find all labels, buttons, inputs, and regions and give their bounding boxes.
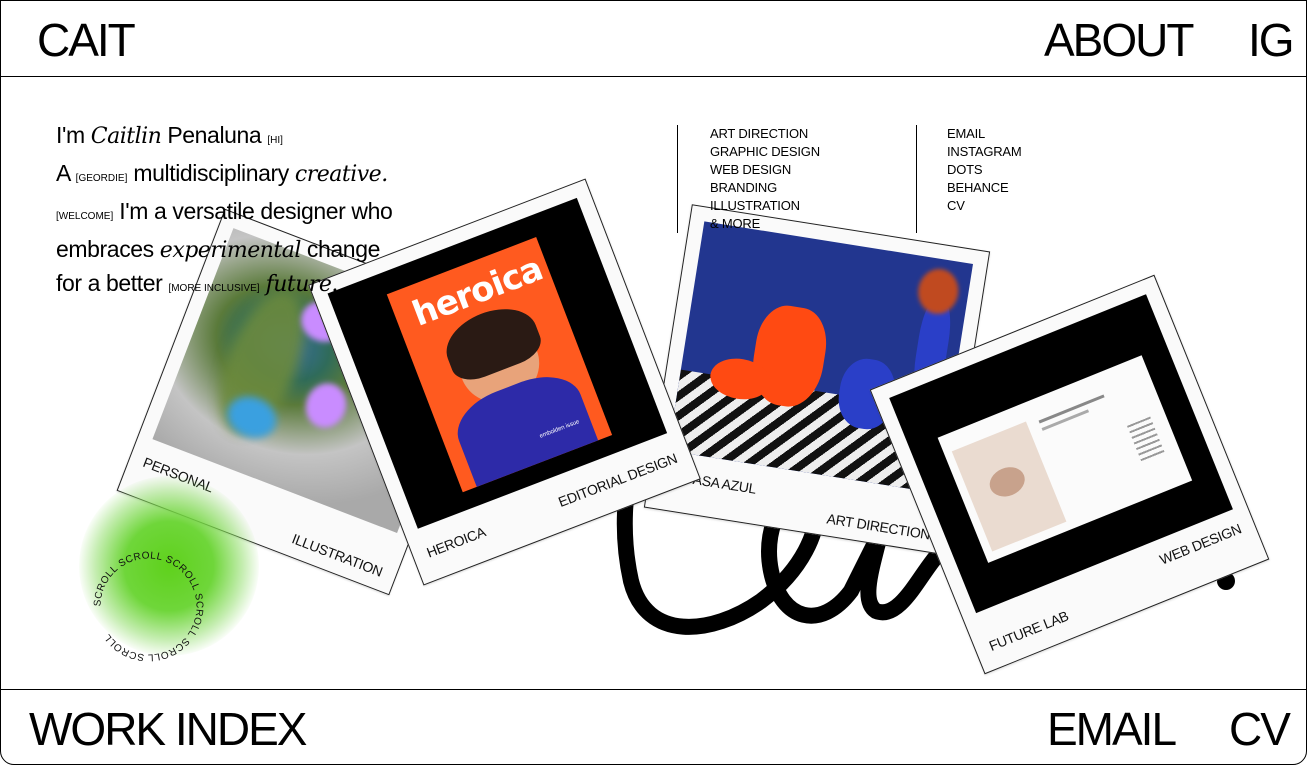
card-category-personal: ILLUSTRATION	[289, 530, 385, 580]
link-instagram[interactable]: INSTAGRAM	[917, 143, 1022, 161]
intro-future: future.	[265, 272, 339, 297]
future-lab-photo-panel	[951, 421, 1067, 552]
intro-text: I'm Caitlin Penaluna [HI] A [GEORDIE] mu…	[56, 119, 436, 305]
bottom-navigation-bar: WORK INDEX EMAIL CV	[1, 689, 1306, 764]
intro-word: I'm a versatile designer who	[119, 198, 393, 224]
service-item: & MORE	[710, 216, 761, 231]
links-list: EMAIL INSTAGRAM DOTS BEHANCE CV	[916, 125, 1022, 233]
intro-tag-welcome: [WELCOME]	[56, 211, 114, 222]
intro-line-5: for a better [MORE INCLUSIVE] future.	[56, 267, 436, 305]
future-lab-website-mockup	[937, 355, 1193, 563]
link-behance[interactable]: BEHANCE	[917, 179, 1022, 197]
service-item: BRANDING	[710, 180, 778, 195]
scroll-indicator[interactable]: SCROLL SCROLL SCROLL SCROLL SCROLL SCROL…	[91, 549, 206, 664]
nav-ig-link[interactable]: IG	[1248, 17, 1295, 63]
intro-word: embraces	[56, 236, 154, 262]
card-title-heroica: HEROICA	[424, 523, 488, 561]
top-navigation-bar: CAIT ABOUT IG	[1, 1, 1306, 77]
intro-tag-hi: [HI]	[267, 135, 283, 146]
service-item: WEB DESIGN	[710, 162, 792, 177]
service-item: ILLUSTRATION	[710, 198, 800, 213]
intro-word: A	[56, 160, 70, 186]
brand-link[interactable]: CAIT	[37, 17, 136, 63]
link-cv[interactable]: CV	[917, 197, 1022, 215]
intro-word: multidisciplinary	[133, 160, 289, 186]
services-list: ART DIRECTION GRAPHIC DESIGN WEB DESIGN …	[677, 125, 820, 233]
intro-line-3: [WELCOME] I'm a versatile designer who	[56, 195, 436, 233]
service-item: GRAPHIC DESIGN	[710, 144, 820, 159]
service-item: ART DIRECTION	[710, 126, 809, 141]
link-email[interactable]: EMAIL	[917, 125, 1022, 143]
footer-email-link[interactable]: EMAIL	[1047, 706, 1177, 752]
intro-experimental: experimental	[159, 238, 302, 263]
future-lab-text-column	[1126, 416, 1166, 464]
svg-text:SCROLL SCROLL SCROLL SCROLL SC: SCROLL SCROLL SCROLL SCROLL SCROLL SCROL…	[92, 550, 204, 662]
intro-tag-geordie: [GEORDIE]	[75, 173, 128, 184]
future-lab-glass-shape	[985, 462, 1030, 502]
casa-dried-flowers	[915, 266, 962, 317]
work-index-link[interactable]: WORK INDEX	[29, 706, 307, 752]
intro-creative: creative.	[294, 162, 388, 187]
card-category-la-casa-azul: ART DIRECTION	[825, 510, 932, 543]
intro-line-4: embraces experimental change	[56, 233, 436, 267]
intro-word: for a better	[56, 270, 163, 296]
page-frame: CAIT ABOUT IG PERSONAL ILLUSTRATION hero…	[0, 0, 1307, 765]
nav-about-link[interactable]: ABOUT	[1044, 17, 1194, 63]
intro-word: change	[306, 236, 380, 262]
intro-last-name: Penaluna	[167, 122, 262, 148]
intro-tag-more-inclusive: [MORE INCLUSIVE]	[168, 283, 260, 294]
intro-first-name: Caitlin	[90, 124, 162, 149]
intro-line-2: A [GEORDIE] multidisciplinary creative.	[56, 157, 436, 195]
link-dots[interactable]: DOTS	[917, 161, 1022, 179]
intro-line-1: I'm Caitlin Penaluna [HI]	[56, 119, 436, 157]
scroll-circle-text: SCROLL SCROLL SCROLL SCROLL SCROLL SCROL…	[92, 550, 204, 662]
footer-cv-link[interactable]: CV	[1229, 706, 1291, 752]
personal-purple-spot	[299, 377, 353, 434]
intro-word: I'm	[56, 122, 85, 148]
